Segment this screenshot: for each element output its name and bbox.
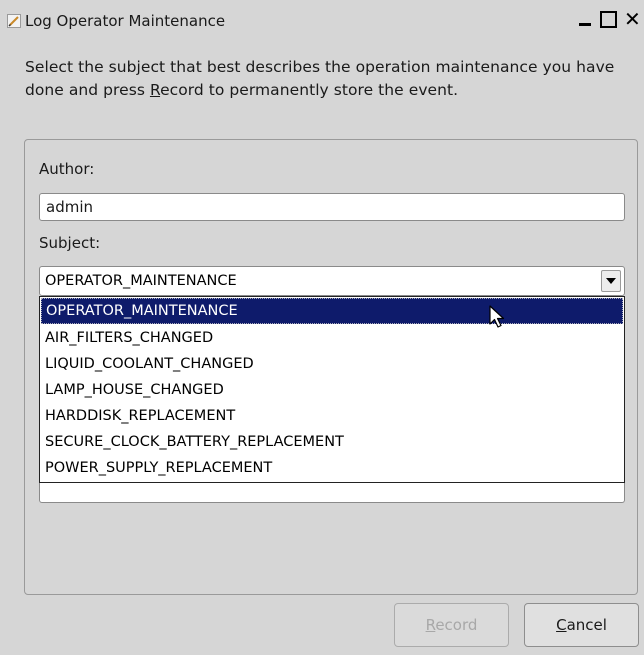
author-label: Author: <box>39 160 95 178</box>
record-button[interactable]: Record <box>394 603 509 647</box>
subject-dropdown-list: OPERATOR_MAINTENANCE AIR_FILTERS_CHANGED… <box>39 296 625 483</box>
close-button[interactable]: ✕ <box>624 9 644 29</box>
list-item-air-filters-changed[interactable]: AIR_FILTERS_CHANGED <box>41 325 623 351</box>
subject-label: Subject: <box>39 234 101 252</box>
notes-field[interactable] <box>39 482 625 503</box>
chevron-down-icon <box>606 278 616 284</box>
list-item-operator-maintenance[interactable]: OPERATOR_MAINTENANCE <box>41 298 623 324</box>
title-bar[interactable]: Log Operator Maintenance ✕ <box>0 0 644 44</box>
cancel-button[interactable]: Cancel <box>524 603 639 647</box>
pencil-icon <box>7 14 21 28</box>
list-item-lamp-house-changed[interactable]: LAMP_HOUSE_CHANGED <box>41 377 623 403</box>
subject-combobox[interactable]: OPERATOR_MAINTENANCE <box>39 266 625 296</box>
list-item-liquid-coolant-changed[interactable]: LIQUID_COOLANT_CHANGED <box>41 351 623 377</box>
list-item-secure-clock-battery-replacement[interactable]: SECURE_CLOCK_BATTERY_REPLACEMENT <box>41 429 623 455</box>
author-field[interactable] <box>39 193 625 221</box>
list-item-power-supply-replacement[interactable]: POWER_SUPPLY_REPLACEMENT <box>41 455 623 481</box>
instructions-text: Select the subject that best describes t… <box>25 58 615 99</box>
window-title: Log Operator Maintenance <box>25 12 226 30</box>
maximize-button[interactable] <box>600 11 617 28</box>
list-item-harddisk-replacement[interactable]: HARDDISK_REPLACEMENT <box>41 403 623 429</box>
dropdown-toggle-button[interactable] <box>601 270 621 292</box>
minimize-button[interactable] <box>576 11 593 28</box>
subject-selected-value: OPERATOR_MAINTENANCE <box>45 273 237 289</box>
mouse-cursor-icon <box>489 305 505 328</box>
